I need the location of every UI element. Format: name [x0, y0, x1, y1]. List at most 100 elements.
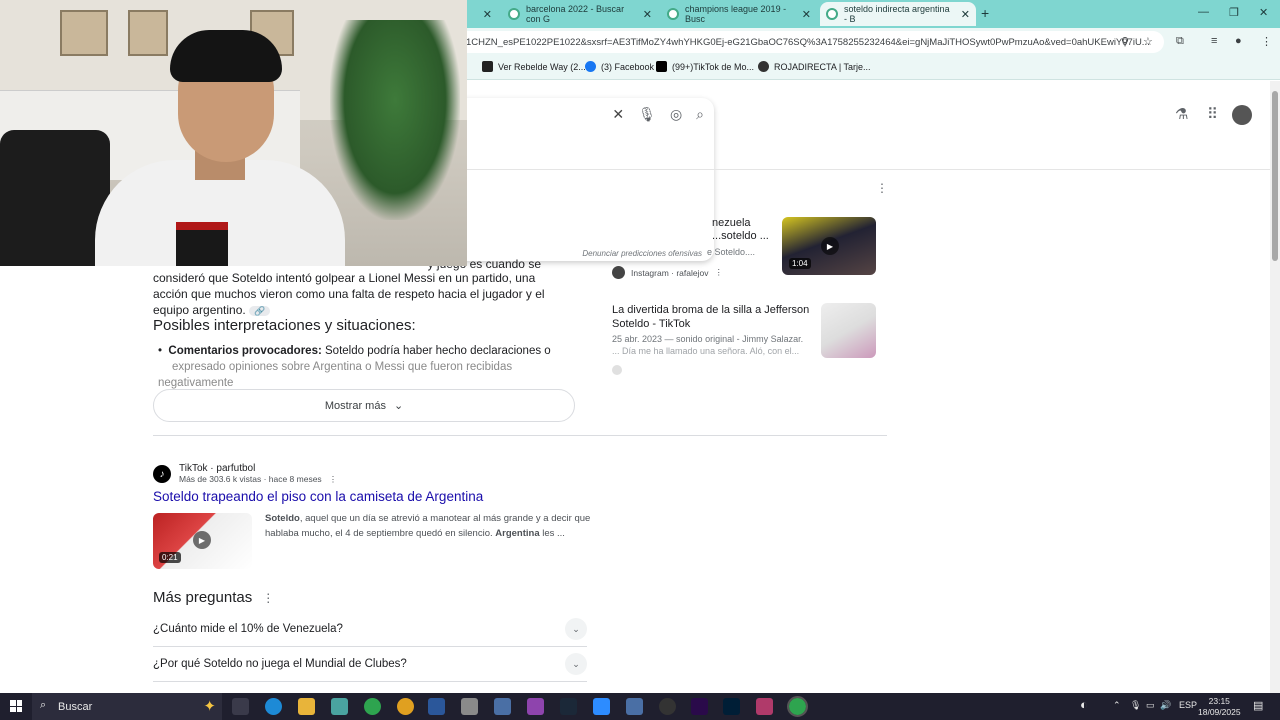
- task-view-icon[interactable]: [232, 698, 249, 715]
- webcam-microphone-ring: [176, 222, 228, 230]
- webcam-picture: [60, 10, 108, 56]
- tab-2[interactable]: barcelona 2022 - Buscar con G ✕: [502, 2, 658, 26]
- video-card-1-subtitle: e Soteldo....: [707, 247, 756, 257]
- word-icon[interactable]: [428, 698, 445, 715]
- file-explorer-icon[interactable]: [298, 698, 315, 715]
- video-card-1-title[interactable]: nezuela ...soteldo ...: [712, 217, 782, 243]
- obs-icon[interactable]: [659, 698, 676, 715]
- report-predictions-link[interactable]: Denunciar predicciones ofensivas: [582, 249, 702, 258]
- purple-app-icon[interactable]: [527, 698, 544, 715]
- language-indicator[interactable]: ESP: [1179, 700, 1197, 710]
- video-card-2-snippet-text: Día me ha llamado una señora. Aló, con e…: [622, 346, 800, 356]
- steam-icon[interactable]: [560, 698, 577, 715]
- result-video-thumbnail[interactable]: ▶ 0:21: [153, 513, 252, 569]
- location-icon[interactable]: ⚲: [1121, 35, 1129, 48]
- notes-icon[interactable]: [331, 698, 348, 715]
- battery-icon[interactable]: ▭: [1146, 700, 1155, 711]
- minimize-icon[interactable]: —: [1198, 6, 1209, 18]
- bullet-bold: Comentarios provocadores:: [168, 345, 322, 357]
- show-more-button[interactable]: Mostrar más ⌄: [153, 389, 575, 422]
- video-card-2-title[interactable]: La divertida broma de la silla a Jeffers…: [612, 303, 812, 331]
- question-item[interactable]: ¿Por qué Soteldo no juega el Mundial de …: [153, 647, 587, 682]
- microphone-icon[interactable]: 🎙: [638, 106, 656, 123]
- bookmark-3[interactable]: (99+)TikTok de Mo...: [656, 61, 754, 72]
- video-card-2-thumbnail[interactable]: [821, 303, 876, 358]
- microphone-icon[interactable]: 🎙: [1130, 700, 1141, 711]
- close-window-icon[interactable]: ✕: [1259, 6, 1268, 19]
- photoshop-icon[interactable]: [723, 698, 740, 715]
- video-card-2-source-faded: [612, 365, 622, 375]
- section-heading: Posibles interpretaciones y situaciones:: [153, 317, 416, 334]
- link-chip-icon[interactable]: 🔗: [249, 306, 271, 316]
- chevron-up-icon[interactable]: ⌃: [1113, 700, 1121, 711]
- window-app-icon[interactable]: [494, 698, 511, 715]
- camera-lens-icon[interactable]: ◎: [670, 106, 682, 123]
- video-card-1-source-text: Instagram · rafalejov: [631, 267, 709, 278]
- premiere-icon[interactable]: [691, 698, 708, 715]
- search-suggestions-dropdown[interactable]: ✕ 🎙 ◎ ⌕ Denunciar predicciones ofensivas: [430, 98, 714, 261]
- avatar[interactable]: [1232, 105, 1252, 125]
- result-source[interactable]: ♪ TikTok · parfutbol Más de 303.6 k vist…: [153, 463, 337, 485]
- tab-3[interactable]: champions league 2019 - Busc ✕: [661, 2, 817, 26]
- bookmark-4[interactable]: ROJADIRECTA | Tarje...: [758, 61, 871, 72]
- menu-dots-icon[interactable]: ⋮: [1261, 35, 1272, 48]
- tab-close-icon[interactable]: ✕: [635, 8, 652, 21]
- bookmark-1[interactable]: Ver Rebelde Way (2...: [482, 61, 586, 72]
- more-options-icon[interactable]: ⋮: [262, 591, 274, 605]
- video-card-1-thumbnail[interactable]: ▶ 1:04: [782, 217, 876, 275]
- media-queue-icon[interactable]: ≡: [1211, 35, 1217, 47]
- bullet-item: • Comentarios provocadores: Soteldo podr…: [158, 343, 578, 391]
- more-options-icon[interactable]: ⋮: [324, 474, 338, 484]
- result-title-link[interactable]: Soteldo trapeando el piso con la camiset…: [153, 489, 483, 504]
- chrome-canary-icon[interactable]: [397, 698, 414, 715]
- tab-4-active[interactable]: soteldo indirecta argentina - B ✕: [820, 2, 976, 26]
- chevron-down-icon[interactable]: ⌄: [565, 653, 587, 675]
- search-icon[interactable]: ⌕: [696, 106, 704, 123]
- chrome-active-icon[interactable]: [787, 696, 808, 717]
- scrollbar-thumb[interactable]: [1272, 91, 1278, 261]
- windows-taskbar: ⌕ Buscar ✦ ◐ ⌃ 🎙 ▭ 🔊 ESP 23:15 18/09/202…: [0, 693, 1280, 720]
- video-duration: 0:21: [159, 552, 181, 563]
- question-item[interactable]: ¿Cuánto mide el 10% de Venezuela? ⌄: [153, 612, 587, 647]
- address-input[interactable]: 1CHZN_esPE1022PE1022&sxsrf=AE3TifMoZY4wh…: [440, 31, 1164, 53]
- more-options-icon[interactable]: ⋮: [876, 181, 888, 195]
- zoom-icon[interactable]: [593, 698, 610, 715]
- taskbar-search-input[interactable]: ⌕ Buscar ✦: [32, 693, 222, 720]
- question-text: ¿Cuánto mide el 10% de Venezuela?: [153, 623, 343, 635]
- windows-start-icon[interactable]: [10, 700, 22, 712]
- tab-close-icon[interactable]: ✕: [953, 8, 970, 21]
- bookmark-2[interactable]: (3) Facebook: [585, 61, 654, 72]
- show-more-label: Mostrar más: [324, 399, 386, 412]
- notifications-icon[interactable]: ▤: [1253, 699, 1263, 712]
- snippet-bold-1: Soteldo: [265, 513, 300, 524]
- edge-icon[interactable]: [265, 698, 282, 715]
- pink-app-icon[interactable]: [756, 698, 773, 715]
- bookmark-star-icon[interactable]: ☆: [1143, 35, 1153, 48]
- instagram-icon: [612, 266, 625, 279]
- settings-icon[interactable]: [461, 698, 478, 715]
- source-meta-line: Más de 303.6 k vistas · hace 8 meses ⋮: [179, 474, 337, 485]
- snippet-text-2: les ...: [539, 528, 565, 539]
- window-app-icon[interactable]: [626, 698, 643, 715]
- new-tab-icon[interactable]: +: [981, 5, 989, 21]
- chrome-icon[interactable]: [364, 698, 381, 715]
- page-scrollbar[interactable]: [1270, 81, 1280, 693]
- volume-icon[interactable]: 🔊: [1160, 700, 1171, 711]
- weather-icon[interactable]: ◐: [1080, 697, 1088, 712]
- ai-overview-paragraph: consideró que Soteldo intentó golpear a …: [153, 270, 573, 319]
- tab-close-icon[interactable]: ✕: [475, 8, 492, 21]
- apps-grid-icon[interactable]: ⠿: [1207, 105, 1218, 123]
- webcam-overlay: [0, 0, 467, 266]
- extensions-icon[interactable]: ⧉: [1176, 35, 1184, 48]
- restore-icon[interactable]: ❐: [1229, 6, 1239, 19]
- tab-close-icon[interactable]: ✕: [794, 8, 811, 21]
- source-avatar-icon: [612, 365, 622, 375]
- clear-search-icon[interactable]: ✕: [612, 106, 624, 123]
- profile-icon[interactable]: ●: [1235, 35, 1242, 47]
- taskbar-clock[interactable]: 23:15 18/09/2025: [1198, 696, 1241, 718]
- more-questions-title: Más preguntas: [153, 589, 253, 606]
- sparkle-icon: ✦: [203, 698, 216, 715]
- more-options-icon[interactable]: ⋮: [714, 267, 723, 278]
- labs-flask-icon[interactable]: ⚗: [1175, 105, 1188, 123]
- chevron-down-icon[interactable]: ⌄: [565, 618, 587, 640]
